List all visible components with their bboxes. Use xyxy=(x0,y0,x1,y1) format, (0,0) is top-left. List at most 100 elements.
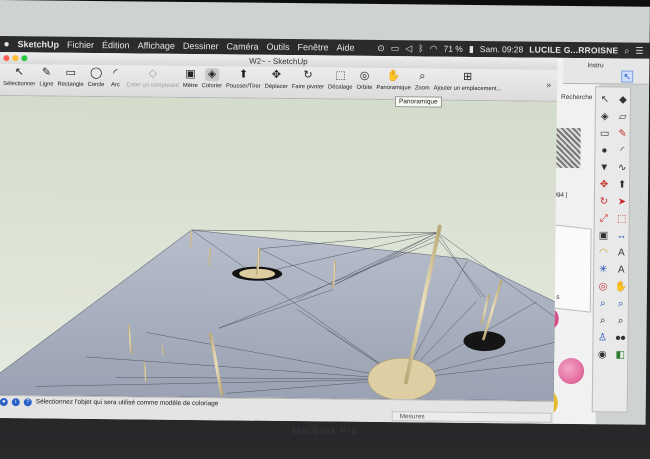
notification-center-icon[interactable]: ☰ xyxy=(635,45,643,56)
pencil-icon: ✎ xyxy=(41,66,52,79)
palette-walk-icon[interactable]: ⦁⦁ xyxy=(612,331,628,345)
help-icon[interactable]: ? xyxy=(23,397,32,406)
palette-dimension-icon[interactable]: ↔ xyxy=(613,229,629,243)
palette-component-icon[interactable]: ◆ xyxy=(615,93,631,107)
toolbar-label: Ajouter un emplacement... xyxy=(433,85,502,93)
user-name[interactable]: LUCILE G...RROISNE xyxy=(529,45,618,56)
model-canvas[interactable] xyxy=(0,95,557,401)
palette-line-icon[interactable]: ✎ xyxy=(615,127,631,141)
palette-move-icon[interactable]: ✥ xyxy=(596,178,612,192)
spotlight-icon[interactable]: ⌕ xyxy=(624,45,629,56)
zoom-window-button[interactable] xyxy=(21,55,28,62)
palette-lookaround-icon[interactable]: ◉ xyxy=(594,348,610,362)
palette-circle-icon[interactable]: ● xyxy=(596,144,612,158)
palette-rectangle-icon[interactable]: ▭ xyxy=(597,127,613,141)
instructor-window: Instru ↖ xyxy=(563,57,650,85)
toolbar-rotate-button[interactable]: ↻ Faire pivoter xyxy=(290,67,326,90)
menu-fenetre[interactable]: Fenêtre xyxy=(293,42,332,52)
menu-outils[interactable]: Outils xyxy=(262,42,293,52)
toolbar-component-button[interactable]: ◇ Créer un composant xyxy=(124,65,181,89)
clock[interactable]: Sam. 09:28 xyxy=(480,44,524,54)
palette-orbit-icon[interactable]: ◎ xyxy=(595,280,611,294)
toolbar-orbit-button[interactable]: ◎ Orbite xyxy=(355,68,375,91)
palette-section-icon[interactable]: ◧ xyxy=(612,348,628,362)
sketchup-window: W2~ - SketchUp ↖ Sélectionner ✎ Ligne ▭ Recta… xyxy=(0,51,558,424)
palette-scale-icon[interactable]: ⤢ xyxy=(596,212,612,226)
toolbar-add-location-button[interactable]: ⊞ Ajouter un emplacement... xyxy=(432,69,504,93)
menu-app[interactable]: SketchUp xyxy=(13,39,63,50)
tape-measure-icon: ▣ xyxy=(185,67,196,81)
display-icon[interactable]: ▭ xyxy=(391,43,400,54)
palette-zoom-window-icon[interactable]: ⌕ xyxy=(613,297,629,311)
screen-record-icon[interactable]: ⊙ xyxy=(377,42,385,53)
arc-icon: ◜ xyxy=(113,67,118,80)
toolbar-magnifier-button[interactable]: ⌕ Zoom xyxy=(413,68,432,91)
menu-edition[interactable]: Édition xyxy=(98,40,134,50)
toolbar-circle-button[interactable]: ◯ Cercle xyxy=(86,65,107,88)
palette-polygon-icon[interactable]: ▼ xyxy=(596,161,612,175)
palette-rotate-icon[interactable]: ↻ xyxy=(596,195,612,209)
palette-3dtext-icon[interactable]: A xyxy=(613,263,629,277)
palette-position-camera-icon[interactable]: ♙ xyxy=(594,331,610,345)
palette-followme-icon[interactable]: ➤ xyxy=(614,195,630,209)
menu-dessiner[interactable]: Dessiner xyxy=(179,41,223,51)
bezel-label: MacBook Pro xyxy=(292,426,358,436)
toolbar-pencil-button[interactable]: ✎ Ligne xyxy=(37,64,55,87)
palette-axes-icon[interactable]: ✳ xyxy=(595,263,611,277)
menu-aide[interactable]: Aide xyxy=(332,42,358,53)
palette-select-icon[interactable]: ↖ xyxy=(597,93,613,107)
large-tool-palette: ↖ ◆ ◈ ▱ ▭ ✎ ● ◜ ▼ ∿ ✥ ⬆ ↻ ➤ ⤢ ⬚ ▣ ↔ ◠ A xyxy=(591,86,632,413)
menu-camera[interactable]: Caméra xyxy=(222,41,262,51)
toolbar-hand-button[interactable]: ✋ Panoramique xyxy=(374,68,413,91)
palette-pan-icon[interactable]: ✋ xyxy=(613,280,629,294)
palette-eraser-icon[interactable]: ▱ xyxy=(615,110,631,124)
palette-arc-icon[interactable]: ◜ xyxy=(614,144,630,158)
palette-freehand-icon[interactable]: ∿ xyxy=(614,161,630,175)
magnifier-icon: ⌕ xyxy=(419,70,426,83)
toolbar-overflow-icon[interactable]: » xyxy=(546,80,551,90)
hand-icon: ✋ xyxy=(386,70,401,83)
palette-previous-icon[interactable]: ⌕ xyxy=(613,314,629,328)
toolbar-label: Déplacer xyxy=(264,83,288,91)
menu-fichier[interactable]: Fichier xyxy=(63,40,98,50)
minimize-window-button[interactable] xyxy=(12,55,19,62)
battery-icon[interactable]: ▮ xyxy=(469,43,474,54)
select-tool-icon[interactable]: ↖ xyxy=(621,70,634,83)
menu-affichage[interactable]: Affichage xyxy=(134,40,179,50)
toolbar-tape-measure-button[interactable]: ▣ Mètre xyxy=(181,66,200,89)
palette-zoom-icon[interactable]: ⌕ xyxy=(595,297,611,311)
toolbar-label: Ligne xyxy=(39,81,54,88)
toolbar-label: Cercle xyxy=(87,81,105,89)
toolbar-offset-button[interactable]: ⬚ Décalage xyxy=(326,67,355,91)
toolbar-label: Colorier xyxy=(201,83,223,90)
toolbar-label: Zoom xyxy=(414,85,430,92)
volume-icon[interactable]: ◁ xyxy=(405,43,412,54)
add-location-icon: ⊞ xyxy=(462,70,473,83)
toolbar-label: Mètre xyxy=(182,82,198,90)
wifi-icon[interactable]: ◠ xyxy=(430,43,438,54)
toolbar-move-button[interactable]: ✥ Déplacer xyxy=(263,67,290,90)
toolbar-arc-button[interactable]: ◜ Arc xyxy=(106,65,124,88)
toolbar-paint-bucket-button[interactable]: ◈ Colorier xyxy=(200,66,225,89)
palette-paint-icon[interactable]: ◈ xyxy=(597,110,613,124)
screen: ● SketchUp Fichier Édition Affichage Des… xyxy=(0,0,650,425)
palette-pushpull-icon[interactable]: ⬆ xyxy=(614,178,630,192)
info-icon[interactable]: i xyxy=(11,397,20,406)
palette-offset-icon[interactable]: ⬚ xyxy=(614,212,630,226)
palette-text-icon[interactable]: A xyxy=(613,246,629,260)
palette-zoom-extents-icon[interactable]: ⌕ xyxy=(595,314,611,328)
battery-percent[interactable]: 71 % xyxy=(443,44,462,54)
3d-viewport[interactable] xyxy=(0,95,557,401)
apple-icon[interactable]: ● xyxy=(0,38,14,50)
close-window-button[interactable] xyxy=(3,55,10,62)
toolbar-label: Faire pivoter xyxy=(291,84,325,91)
bluetooth-icon[interactable]: ᛒ xyxy=(418,43,424,53)
toolbar-arrow-button[interactable]: ↖ Sélectionner xyxy=(1,64,37,87)
offset-icon: ⬚ xyxy=(335,69,346,82)
palette-protractor-icon[interactable]: ◠ xyxy=(595,246,611,260)
toolbar-rectangle-button[interactable]: ▭ Rectangle xyxy=(56,65,86,88)
orbit-icon: ◎ xyxy=(359,69,370,82)
record-icon[interactable]: ● xyxy=(0,397,8,406)
toolbar-push-pull-button[interactable]: ⬆ Pousser/Tirer xyxy=(224,66,263,90)
palette-tape-icon[interactable]: ▣ xyxy=(595,229,611,243)
